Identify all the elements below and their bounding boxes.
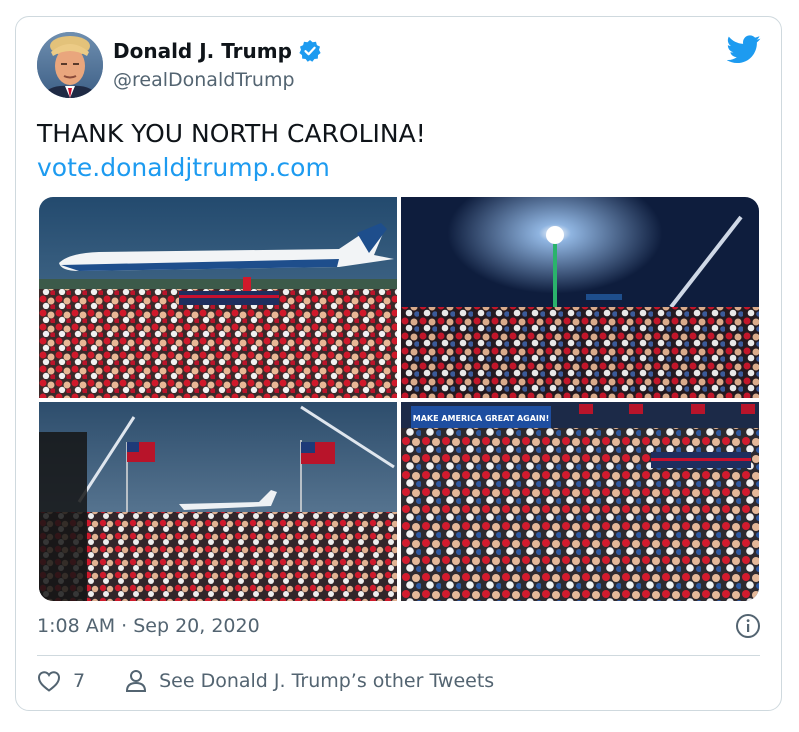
person-icon [125, 669, 147, 693]
like-count: 7 [73, 670, 86, 692]
action-bar: 7 See Donald J. Trump’s other Tweets [37, 669, 494, 693]
photo-1[interactable] [39, 197, 397, 398]
verified-badge-icon [298, 39, 322, 63]
author-name[interactable]: Donald J. Trump [113, 39, 292, 63]
info-icon[interactable] [735, 613, 761, 639]
other-tweets-link[interactable]: See Donald J. Trump’s other Tweets [125, 669, 494, 693]
maga-banner-text: MAKE AMERICA GREAT AGAIN! [413, 414, 549, 423]
like-button[interactable]: 7 [37, 670, 85, 692]
photo-4[interactable]: MAKE AMERICA GREAT AGAIN! [401, 402, 759, 601]
other-tweets-label: See Donald J. Trump’s other Tweets [159, 670, 495, 692]
photo-2[interactable] [401, 197, 759, 398]
tweet-timestamp[interactable]: 1:08 AM · Sep 20, 2020 [37, 615, 260, 637]
photo-grid: MAKE AMERICA GREAT AGAIN! [39, 197, 759, 601]
avatar[interactable] [37, 32, 103, 98]
tweet-link[interactable]: vote.donaldjtrump.com [37, 151, 330, 185]
tweet-text: THANK YOU NORTH CAROLINA! [37, 119, 426, 148]
divider [37, 655, 760, 656]
tweet-card: Donald J. Trump @realDonaldTrump THANK Y… [15, 16, 782, 711]
author-handle[interactable]: @realDonaldTrump [113, 69, 295, 91]
heart-icon [37, 670, 61, 692]
twitter-bird-icon[interactable] [726, 35, 761, 65]
photo-3[interactable] [39, 402, 397, 601]
